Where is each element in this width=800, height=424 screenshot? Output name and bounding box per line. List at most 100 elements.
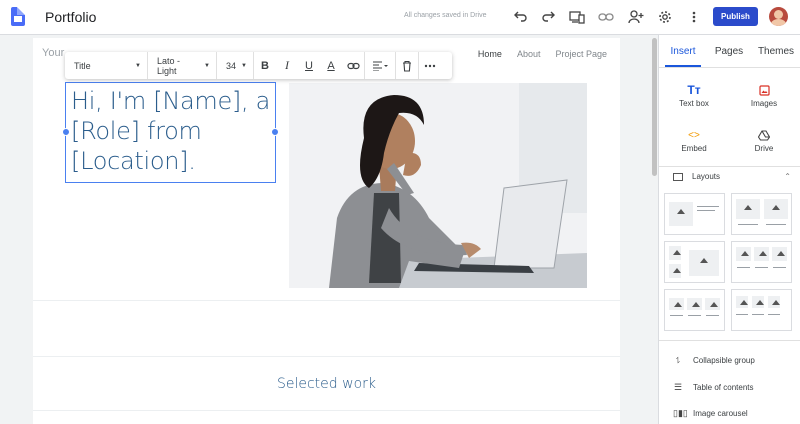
text-style-select[interactable]: Title ▼	[65, 52, 148, 79]
resize-handle-left[interactable]	[62, 128, 70, 136]
insert-embed[interactable]: <> Embed	[659, 126, 729, 166]
layout-text-line	[697, 206, 719, 207]
layout-image-placeholder	[736, 296, 749, 308]
text-box-icon: Tт	[687, 83, 701, 97]
images-icon	[729, 81, 799, 99]
layout-option[interactable]	[664, 193, 725, 235]
link-icon[interactable]	[342, 52, 364, 79]
nav-item-about[interactable]: About	[517, 49, 541, 59]
layout-option[interactable]	[664, 241, 725, 283]
insert-label: Text box	[679, 99, 709, 108]
collapse-chevron-icon[interactable]: ⌃	[784, 172, 791, 181]
insert-images[interactable]: Images	[729, 81, 799, 121]
layout-text-line	[755, 267, 768, 268]
bold-icon[interactable]: B	[254, 52, 276, 79]
text-color-icon[interactable]: A	[320, 52, 342, 79]
settings-gear-icon[interactable]	[656, 8, 674, 26]
layout-image-placeholder	[736, 247, 751, 261]
layout-image-placeholder	[689, 250, 719, 276]
hero-line: [Location].	[71, 147, 196, 175]
layout-image-placeholder	[772, 247, 787, 261]
layouts-header[interactable]: Layouts	[673, 172, 720, 181]
redo-icon[interactable]	[540, 8, 558, 26]
layout-image-placeholder	[705, 298, 720, 310]
table-of-contents-icon: ☰	[673, 382, 683, 392]
underline-icon[interactable]: U	[298, 52, 320, 79]
insert-divider	[659, 166, 800, 167]
hero-line: Hi, I'm [Name], a	[71, 87, 271, 115]
layout-option[interactable]	[731, 241, 792, 283]
drive-icon	[729, 126, 799, 144]
share-person-icon[interactable]	[627, 8, 645, 26]
layout-text-line	[766, 224, 786, 225]
italic-icon[interactable]: I	[276, 52, 298, 79]
layout-image-placeholder	[736, 199, 760, 219]
layout-option[interactable]	[731, 289, 792, 331]
user-avatar[interactable]	[769, 7, 788, 26]
font-size-select[interactable]: 34 ▼	[217, 52, 254, 79]
insert-label: Drive	[754, 144, 774, 153]
section-divider	[33, 410, 620, 411]
collapsible-group-icon: ⥍	[675, 355, 681, 365]
delete-icon[interactable]	[396, 52, 418, 79]
font-value: Lato - Light	[157, 55, 181, 76]
side-panel: Insert Pages Themes Tт Text box Images <…	[658, 35, 800, 424]
site-title[interactable]: Your	[42, 47, 64, 59]
layouts-icon	[673, 172, 683, 181]
layouts-label: Layouts	[692, 172, 721, 181]
preview-device-icon[interactable]	[568, 8, 586, 26]
layout-option[interactable]	[664, 289, 725, 331]
section-heading[interactable]: Selected work	[33, 376, 620, 392]
collapsible-group-item[interactable]: ⥍ Collapsible group	[673, 355, 755, 366]
layout-text-line	[736, 314, 748, 315]
insert-drive[interactable]: Drive	[729, 126, 799, 166]
undo-icon[interactable]	[511, 8, 529, 26]
top-bar: Portfolio All changes saved in Drive Pub…	[0, 0, 800, 35]
layout-text-line	[670, 315, 683, 316]
section-divider	[33, 356, 620, 357]
table-of-contents-item[interactable]: ☰ Table of contents	[673, 382, 754, 393]
layout-image-placeholder	[669, 202, 693, 226]
align-icon[interactable]	[365, 52, 395, 79]
canvas-scrollbar-thumb[interactable]	[652, 38, 657, 176]
site-name[interactable]: Portfolio	[45, 9, 96, 25]
image-carousel-icon: ▯▮▯	[673, 408, 688, 418]
caret-down-icon: ▼	[241, 62, 247, 69]
hero-heading[interactable]: Hi, I'm [Name], a [Role] from [Location]…	[71, 86, 270, 176]
insert-label: Embed	[681, 144, 707, 153]
text-style-value: Title	[74, 60, 91, 71]
site-navigation: Home About Project Page	[478, 49, 607, 59]
caret-down-icon: ▼	[204, 62, 210, 69]
insert-text-box[interactable]: Tт Text box	[659, 81, 729, 121]
hero-line: [Role] from	[71, 117, 202, 145]
layout-text-line	[706, 315, 719, 316]
component-label: Collapsible group	[693, 356, 755, 365]
resize-handle-right[interactable]	[271, 128, 279, 136]
layout-image-placeholder	[768, 296, 781, 308]
tab-themes[interactable]: Themes	[751, 35, 800, 67]
section-divider	[33, 300, 620, 301]
layout-text-line	[697, 210, 715, 211]
font-select[interactable]: Lato - Light ▼	[148, 52, 217, 79]
layout-text-line	[688, 315, 701, 316]
publish-button[interactable]: Publish	[713, 7, 758, 26]
tab-insert[interactable]: Insert	[659, 35, 707, 67]
hero-text-box[interactable]: Hi, I'm [Name], a [Role] from [Location]…	[65, 82, 276, 183]
component-label: Table of contents	[693, 383, 754, 392]
layout-image-placeholder	[754, 247, 769, 261]
nav-item-home[interactable]: Home	[478, 49, 502, 59]
copy-link-icon[interactable]	[597, 8, 615, 26]
embed-icon: <>	[688, 129, 700, 141]
layout-image-placeholder	[752, 296, 765, 308]
save-status: All changes saved in Drive	[404, 12, 487, 19]
nav-item-project-page[interactable]: Project Page	[555, 49, 607, 59]
hero-image[interactable]	[289, 83, 587, 288]
component-label: Image carousel	[693, 409, 748, 418]
more-vert-icon[interactable]	[685, 8, 703, 26]
layout-option[interactable]	[731, 193, 792, 235]
layout-text-line	[737, 267, 750, 268]
sites-logo-icon[interactable]	[11, 7, 25, 26]
tab-pages[interactable]: Pages	[707, 35, 751, 67]
more-horiz-icon[interactable]	[419, 52, 441, 79]
image-carousel-item[interactable]: ▯▮▯ Image carousel	[673, 408, 748, 419]
